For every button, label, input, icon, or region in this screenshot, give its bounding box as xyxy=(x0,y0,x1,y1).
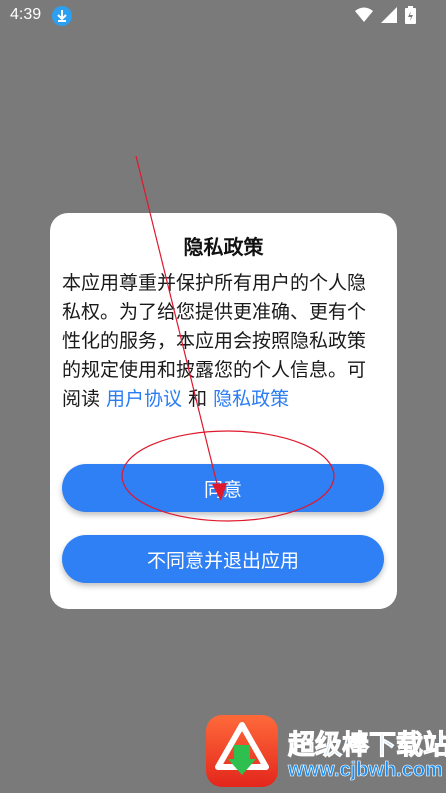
dialog-body: 本应用尊重并保护所有用户的个人隐私权。为了给您提供更准确、更有个性化的服务，本应… xyxy=(62,269,384,414)
status-time: 4:39 xyxy=(10,6,42,23)
battery-icon xyxy=(405,6,416,24)
status-bar: 4:39 xyxy=(0,0,446,32)
status-icons xyxy=(355,6,416,24)
signal-icon xyxy=(381,7,397,23)
wifi-icon xyxy=(355,7,373,23)
privacy-policy-link[interactable]: 隐私政策 xyxy=(213,388,289,410)
agree-button[interactable]: 同意 xyxy=(62,464,384,512)
watermark-logo-icon xyxy=(206,715,278,787)
dialog-title: 隐私政策 xyxy=(183,235,264,259)
watermark-name: 超级棒下载站 xyxy=(288,730,446,762)
watermark-url: www.cjbwh.com xyxy=(288,759,443,782)
conjunction-text: 和 xyxy=(182,388,214,410)
user-agreement-link[interactable]: 用户协议 xyxy=(106,388,182,410)
watermark: 超级棒下载站 www.cjbwh.com xyxy=(206,713,446,791)
disagree-exit-button[interactable]: 不同意并退出应用 xyxy=(62,535,384,583)
download-icon xyxy=(52,6,72,26)
privacy-dialog: 隐私政策 本应用尊重并保护所有用户的个人隐私权。为了给您提供更准确、更有个性化的… xyxy=(50,213,397,609)
